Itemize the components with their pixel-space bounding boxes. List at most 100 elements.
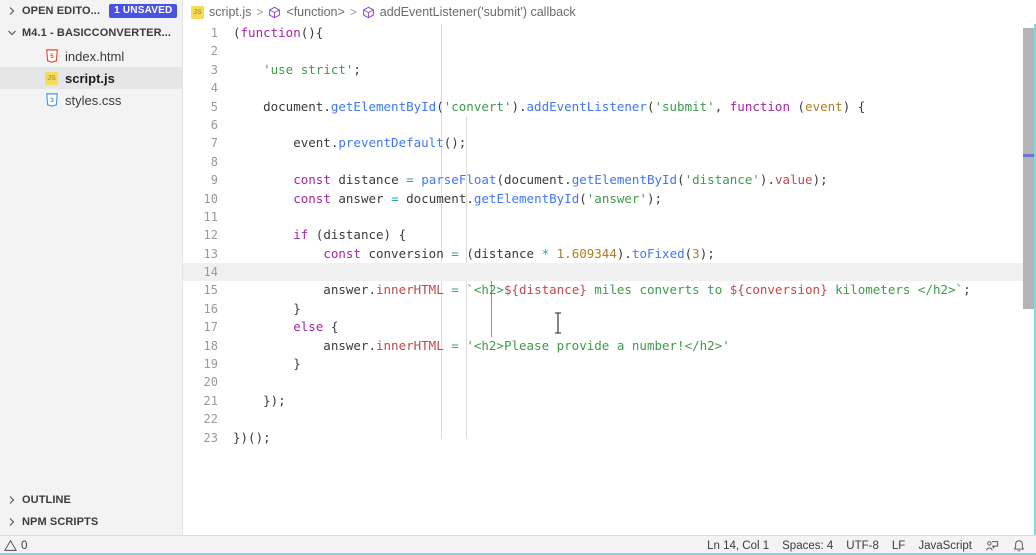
status-cursor-position[interactable]: Ln 14, Col 1 xyxy=(707,540,769,552)
status-problems[interactable]: 0 xyxy=(4,539,27,552)
code-token: (document. xyxy=(496,172,572,188)
code-line[interactable]: 14 xyxy=(183,263,1036,282)
code-line[interactable]: 5 document.getElementById('convert').add… xyxy=(183,98,1036,116)
code-token: getElementById xyxy=(330,98,437,114)
code-token: getElementById xyxy=(473,190,580,206)
code-token: 'answer' xyxy=(586,190,647,206)
open-editors-label: OPEN EDITO... xyxy=(22,5,101,17)
code-token: . xyxy=(368,282,376,298)
breadcrumb-item-callback[interactable]: addEventListener('submit') callback xyxy=(362,5,576,19)
code-line[interactable]: 19 } xyxy=(183,355,1036,373)
code-line[interactable]: 13 const conversion = (distance * 1.6093… xyxy=(183,245,1036,263)
code-token: (distance) { xyxy=(308,227,407,243)
code-token: ); xyxy=(699,245,715,261)
svg-text:5: 5 xyxy=(50,53,54,60)
code-token: function xyxy=(240,25,301,40)
code-line[interactable]: 4 xyxy=(183,79,1036,97)
code-line[interactable]: 21 }); xyxy=(183,392,1036,410)
code-line[interactable]: 3 'use strict'; xyxy=(183,61,1036,79)
code-token: (); xyxy=(443,135,467,151)
line-number: 6 xyxy=(210,117,218,132)
code-line[interactable]: 18 answer.innerHTML = '<h2>Please provid… xyxy=(183,337,1036,355)
line-number: 16 xyxy=(203,301,218,316)
status-encoding[interactable]: UTF-8 xyxy=(846,540,879,552)
code-token: addEventListener xyxy=(526,98,647,114)
code-token: 'use strict' xyxy=(263,61,354,77)
javascript-file-icon xyxy=(191,5,204,19)
code-line[interactable]: 1 (function(){ xyxy=(183,24,1036,42)
breadcrumb-item-file[interactable]: script.js xyxy=(191,5,251,19)
code-line[interactable]: 22 xyxy=(183,410,1036,428)
bell-icon[interactable] xyxy=(1012,539,1026,553)
chevron-right-icon xyxy=(6,5,18,17)
code-token: ( xyxy=(789,98,806,114)
file-tree-item-script-js[interactable]: JS script.js xyxy=(0,67,182,89)
line-number: 1 xyxy=(210,26,218,40)
code-token: ${conversion} xyxy=(729,282,828,298)
code-line[interactable]: 20 xyxy=(183,373,1036,391)
scrollbar-cursor-marker xyxy=(1023,154,1034,157)
code-line[interactable]: 10 const answer = document.getElementByI… xyxy=(183,190,1036,208)
code-token: ; xyxy=(353,61,361,77)
code-line[interactable]: 15 answer.innerHTML = `<h2>${distance} m… xyxy=(183,281,1036,299)
breadcrumb-separator: > xyxy=(349,5,357,19)
code-line[interactable]: 17 else { xyxy=(183,318,1036,336)
code-token: answer xyxy=(233,282,369,298)
status-language-mode[interactable]: JavaScript xyxy=(918,540,972,552)
breadcrumb: script.js > <function> > xyxy=(183,0,1036,24)
line-number: 18 xyxy=(203,338,218,353)
open-editors-section-header[interactable]: OPEN EDITO... 1 UNSAVED xyxy=(0,0,182,22)
code-token: ). xyxy=(759,172,775,188)
code-line[interactable]: 9 const distance = parseFloat(document.g… xyxy=(183,171,1036,189)
line-text: }); xyxy=(233,392,286,410)
code-editor[interactable]: 1 (function(){2 3 'use strict'; 4 5 document… xyxy=(183,24,1036,535)
status-eol[interactable]: LF xyxy=(892,540,905,552)
line-number: 12 xyxy=(203,228,218,243)
code-token: value xyxy=(774,172,813,188)
code-token: preventDefault xyxy=(338,135,444,151)
code-token: answer xyxy=(330,190,392,206)
breadcrumb-callback-label: addEventListener('submit') callback xyxy=(379,5,576,19)
npm-scripts-section-header[interactable]: NPM SCRIPTS xyxy=(0,511,182,533)
line-number: 9 xyxy=(210,173,218,188)
line-text: } xyxy=(233,300,301,318)
line-text: })(); xyxy=(233,429,271,447)
line-text: (function(){ xyxy=(233,24,323,42)
code-line[interactable]: 2 xyxy=(183,42,1036,60)
code-token: getElementById xyxy=(571,172,678,188)
code-token: ${distance} xyxy=(503,282,587,298)
code-token: = xyxy=(451,245,459,261)
feedback-person-screen-icon[interactable] xyxy=(985,539,999,553)
code-token: ( xyxy=(579,190,587,206)
css3-file-icon: 3 xyxy=(44,93,59,108)
code-line[interactable]: 6 xyxy=(183,116,1036,134)
code-line[interactable]: 8 xyxy=(183,153,1036,171)
code-line[interactable]: 16 } xyxy=(183,300,1036,318)
sidebar-collapsed-sections: OUTLINE NPM SCRIPTS xyxy=(0,489,182,535)
code-token: document. xyxy=(398,190,474,206)
line-text: else { xyxy=(233,318,338,336)
line-number: 3 xyxy=(210,62,218,77)
code-token: '<h2>Please provide a number!</h2>' xyxy=(466,337,730,353)
chevron-right-icon xyxy=(6,516,18,528)
code-line[interactable]: 12 if (distance) { xyxy=(183,226,1036,244)
line-number: 2 xyxy=(210,44,218,59)
npm-scripts-label: NPM SCRIPTS xyxy=(22,516,99,528)
file-tree-item-styles-css[interactable]: 3 styles.css xyxy=(0,89,182,111)
breadcrumb-item-function[interactable]: <function> xyxy=(268,5,345,19)
code-line[interactable]: 11 xyxy=(183,208,1036,226)
outline-section-header[interactable]: OUTLINE xyxy=(0,489,182,511)
folder-section-header[interactable]: M4.1 - BASICCONVERTER... xyxy=(0,22,182,44)
code-token: function xyxy=(729,98,790,114)
code-token: distance xyxy=(330,172,407,188)
file-tree-item-index-html[interactable]: 5 index.html xyxy=(0,45,182,67)
warning-triangle-icon xyxy=(4,539,17,552)
status-indentation[interactable]: Spaces: 4 xyxy=(782,540,833,552)
status-bar: 0 Ln 14, Col 1 Spaces: 4 UTF-8 LF JavaSc… xyxy=(0,535,1036,555)
code-line[interactable]: 23})(); xyxy=(183,429,1036,447)
workbench-body: OPEN EDITO... 1 UNSAVED M4.1 - BASICCONV… xyxy=(0,0,1036,535)
code-line[interactable]: 7 event.preventDefault(); xyxy=(183,134,1036,152)
